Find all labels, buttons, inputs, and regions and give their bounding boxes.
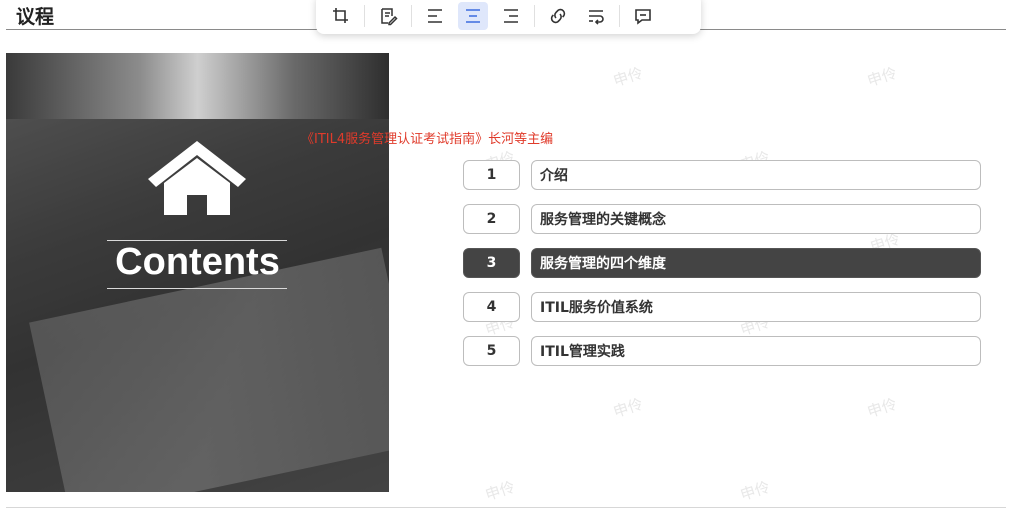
cover-image[interactable]: Contents: [6, 53, 389, 492]
align-left-icon: [428, 9, 442, 23]
bottom-divider: [6, 507, 1006, 508]
link-icon: [550, 8, 566, 24]
agenda-label: 服务管理的关键概念: [531, 204, 981, 234]
align-left-button[interactable]: [420, 2, 450, 30]
agenda-label: 服务管理的四个维度: [531, 248, 981, 278]
home-icon: [148, 141, 246, 215]
agenda-label: ITIL管理实践: [531, 336, 981, 366]
edit-note-button[interactable]: [373, 2, 403, 30]
source-note: 《ITIL4服务管理认证考试指南》长河等主编: [301, 132, 554, 147]
watermark: 申伶: [738, 477, 773, 505]
agenda-item[interactable]: 4 ITIL服务价值系统: [463, 292, 983, 324]
toolbar-separator: [534, 5, 535, 27]
photo-highlight: [6, 53, 389, 119]
agenda-item[interactable]: 1 介绍: [463, 160, 983, 192]
agenda-number: 1: [463, 160, 520, 190]
agenda-item-active[interactable]: 3 服务管理的四个维度: [463, 248, 983, 280]
toolbar-separator: [364, 5, 365, 27]
edit-note-icon: [381, 8, 398, 26]
link-button[interactable]: [543, 2, 573, 30]
agenda-item[interactable]: 2 服务管理的关键概念: [463, 204, 983, 236]
toolbar-separator: [411, 5, 412, 27]
watermark: 申伶: [611, 394, 646, 422]
toolbar-separator: [619, 5, 620, 27]
agenda-label: 介绍: [531, 160, 981, 190]
align-center-button[interactable]: [458, 2, 488, 30]
watermark: 申伶: [611, 63, 646, 91]
agenda-number: 4: [463, 292, 520, 322]
align-center-icon: [466, 9, 480, 23]
watermark: 申伶: [483, 477, 518, 505]
agenda-number: 2: [463, 204, 520, 234]
agenda-item[interactable]: 5 ITIL管理实践: [463, 336, 983, 368]
align-right-button[interactable]: [496, 2, 526, 30]
crop-icon: [333, 8, 348, 23]
contents-heading: Contents: [115, 241, 280, 283]
text-wrap-button[interactable]: [581, 2, 611, 30]
watermark: 申伶: [865, 63, 900, 91]
contents-bottom-rule: [107, 288, 287, 289]
crop-button[interactable]: [326, 2, 356, 30]
agenda-number: 3: [463, 248, 520, 278]
comment-icon: [635, 9, 651, 25]
align-right-icon: [504, 9, 518, 23]
comment-button[interactable]: [628, 2, 658, 30]
agenda-label: ITIL服务价值系统: [531, 292, 981, 322]
agenda-number: 5: [463, 336, 520, 366]
floating-toolbar: [316, 0, 701, 34]
text-wrap-icon: [589, 10, 604, 25]
watermark: 申伶: [865, 394, 900, 422]
slide-title: 议程: [16, 6, 55, 28]
